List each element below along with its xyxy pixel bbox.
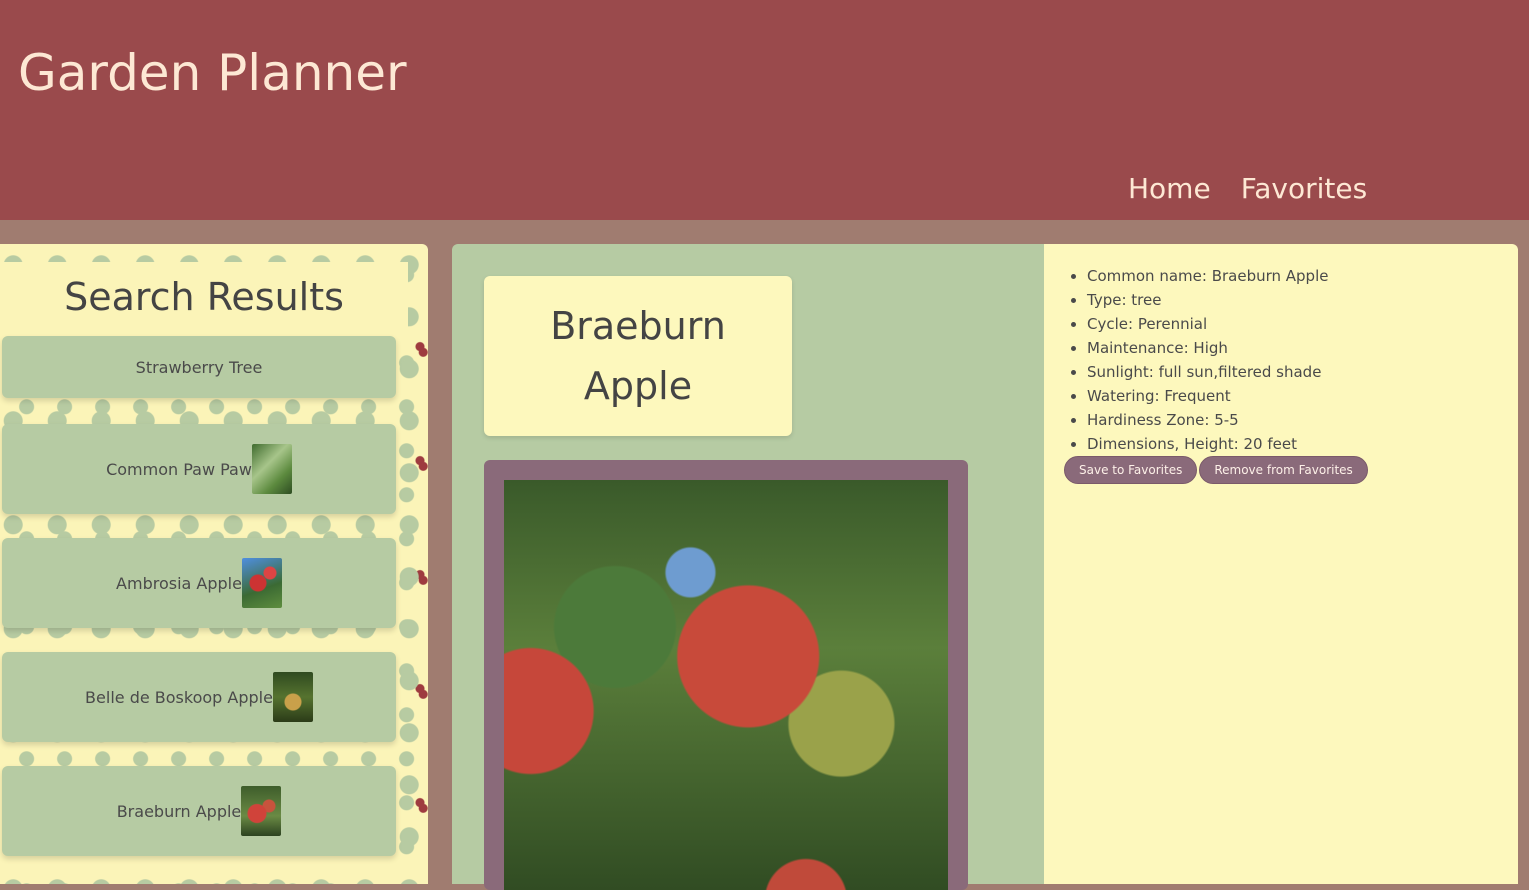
result-item-label: Ambrosia Apple <box>116 573 242 593</box>
plant-title-line-2: Apple <box>583 364 693 408</box>
site-title: Garden Planner <box>18 44 407 102</box>
result-item-label: Belle de Boskoop Apple <box>85 687 273 707</box>
plant-info-list: Common name: Braeburn Apple Type: tree C… <box>1044 264 1518 456</box>
info-watering: Watering: Frequent <box>1087 384 1518 408</box>
result-item-label: Strawberry Tree <box>135 357 263 377</box>
info-cycle: Cycle: Perennial <box>1087 312 1518 336</box>
result-item-braeburn-apple[interactable]: Braeburn Apple <box>2 766 396 856</box>
plant-detail-panel: Braeburn Apple <box>452 244 1044 890</box>
plant-title-line-1: Braeburn <box>550 304 726 348</box>
plant-thumbnail <box>241 786 282 836</box>
result-item-label: Common Paw Paw <box>106 459 252 479</box>
plant-photo <box>504 480 948 890</box>
plant-photo-frame <box>484 460 968 890</box>
remove-from-favorites-button[interactable]: Remove from Favorites <box>1199 456 1368 484</box>
site-header: Garden Planner Home Favorites <box>0 0 1529 220</box>
result-item-strawberry-tree[interactable]: Strawberry Tree <box>2 336 396 398</box>
search-results-heading: Search Results <box>0 262 408 332</box>
result-item-label: Braeburn Apple <box>116 801 242 821</box>
search-results-panel: Search Results Strawberry Tree Common Pa… <box>0 244 428 884</box>
info-hardiness-zone: Hardiness Zone: 5-5 <box>1087 408 1518 432</box>
result-item-common-paw-paw[interactable]: Common Paw Paw <box>2 424 396 514</box>
result-item-belle-de-boskoop-apple[interactable]: Belle de Boskoop Apple <box>2 652 396 742</box>
favorite-actions: Save to Favorites Remove from Favorites <box>1064 456 1518 484</box>
plant-info-panel: Common name: Braeburn Apple Type: tree C… <box>1044 244 1518 884</box>
plant-thumbnail <box>272 672 313 722</box>
plant-title: Braeburn Apple <box>538 296 738 416</box>
info-maintenance: Maintenance: High <box>1087 336 1518 360</box>
info-common-name: Common name: Braeburn Apple <box>1087 264 1518 288</box>
info-sunlight: Sunlight: full sun,filtered shade <box>1087 360 1518 384</box>
plant-title-card: Braeburn Apple <box>484 276 792 436</box>
result-item-ambrosia-apple[interactable]: Ambrosia Apple <box>2 538 396 628</box>
nav-favorites-link[interactable]: Favorites <box>1241 172 1367 205</box>
info-type: Type: tree <box>1087 288 1518 312</box>
save-to-favorites-button[interactable]: Save to Favorites <box>1064 456 1198 484</box>
plant-thumbnail <box>241 558 282 608</box>
plant-thumbnail <box>251 444 292 494</box>
main-nav: Home Favorites <box>1128 172 1367 205</box>
info-dimensions: Dimensions, Height: 20 feet <box>1087 432 1518 456</box>
nav-home-link[interactable]: Home <box>1128 172 1211 205</box>
